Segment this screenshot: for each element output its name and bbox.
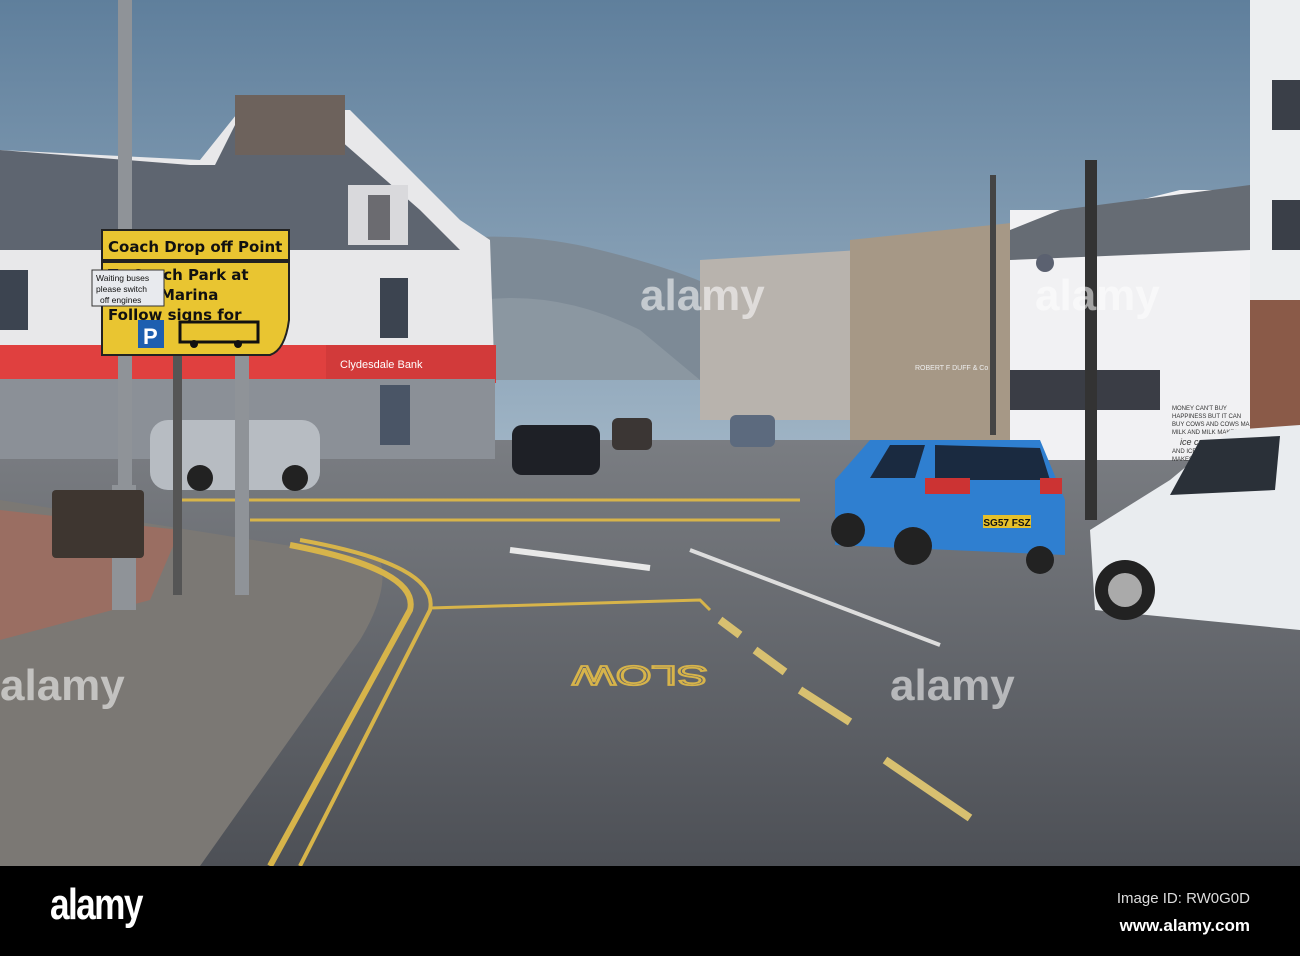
- svg-text:P: P: [143, 324, 158, 349]
- svg-text:alamy: alamy: [890, 661, 1015, 710]
- svg-text:BUY COWS AND COWS MAKE: BUY COWS AND COWS MAKE: [1172, 422, 1258, 428]
- alamy-logo: alamy: [50, 880, 143, 929]
- svg-text:alamy: alamy: [640, 271, 765, 320]
- bank-sign: Clydesdale Bank: [340, 359, 423, 371]
- footer-bar: alamy Image ID: RW0G0D www.alamy.com: [0, 866, 1300, 956]
- svg-text:MONEY CAN'T BUY: MONEY CAN'T BUY: [1172, 406, 1227, 412]
- website-link[interactable]: www.alamy.com: [1120, 916, 1250, 936]
- planter: [52, 490, 144, 558]
- svg-text:alamy: alamy: [1035, 271, 1160, 320]
- number-plate: SG57 FSZ: [983, 518, 1030, 529]
- svg-text:alamy: alamy: [0, 661, 125, 710]
- bus-engine-notice: Waiting buses please switch off engines: [91, 269, 165, 307]
- shop-sign: ROBERT F DUFF & Co: [915, 365, 988, 372]
- image-id: Image ID: RW0G0D: [1116, 890, 1250, 907]
- road-marking-slow: SLOW: [572, 659, 708, 690]
- svg-text:off engines: off engines: [100, 295, 141, 305]
- svg-text:Waiting buses: Waiting buses: [96, 273, 149, 283]
- street-photo: Clydesdale Bank ROBERT F DUFF & Co MONEY…: [0, 0, 1300, 866]
- svg-text:Coach Drop off Point: Coach Drop off Point: [108, 238, 282, 256]
- svg-text:HAPPINESS BUT IT CAN: HAPPINESS BUT IT CAN: [1172, 414, 1241, 420]
- svg-text:please switch: please switch: [96, 284, 147, 294]
